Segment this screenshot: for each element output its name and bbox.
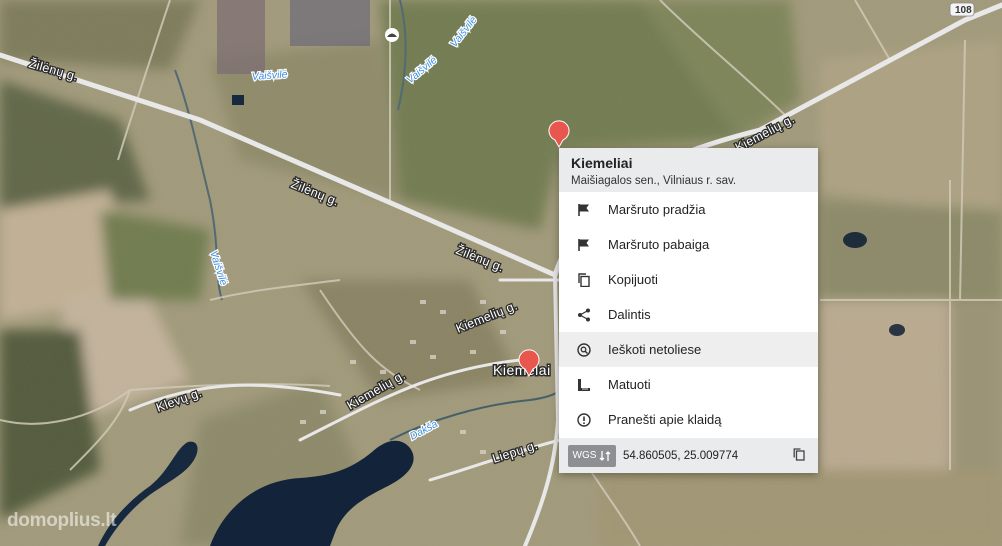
menu-copy[interactable]: Kopijuoti: [559, 262, 818, 297]
menu-measure[interactable]: Matuoti: [559, 367, 818, 402]
search-nearby-icon: [576, 342, 592, 358]
wgs-label: WGS: [572, 450, 597, 461]
alert-icon: [576, 412, 592, 428]
menu-label: Ieškoti netoliese: [608, 342, 702, 357]
menu-label: Maršruto pabaiga: [608, 237, 710, 252]
poi-icon[interactable]: [385, 28, 399, 42]
share-icon: [576, 307, 592, 323]
ruler-icon: [576, 377, 592, 393]
popup-title: Kiemeliai: [571, 155, 633, 171]
copy-icon: [576, 272, 592, 288]
menu-search-nearby[interactable]: Ieškoti netoliese: [559, 332, 818, 367]
popup-subtitle: Maišiagalos sen., Vilniaus r. sav.: [571, 175, 737, 187]
popup-footer: WGS 54.860505, 25.009774: [559, 438, 818, 473]
watermark-logo: domoplius.lt: [7, 510, 117, 531]
water-label: Vaišvilė: [251, 69, 288, 83]
menu-share[interactable]: Dalintis: [559, 297, 818, 332]
menu-route-start[interactable]: Maršruto pradžia: [559, 192, 818, 227]
coordinate-system-toggle[interactable]: WGS: [568, 444, 616, 467]
menu-label: Maršruto pradžia: [608, 202, 706, 217]
menu-route-end[interactable]: Maršruto pabaiga: [559, 227, 818, 262]
context-popup: Kiemeliai Maišiagalos sen., Vilniaus r. …: [559, 148, 818, 473]
menu-label: Pranešti apie klaidą: [608, 412, 722, 427]
menu-label: Kopijuoti: [608, 272, 658, 287]
swap-icon: [599, 450, 611, 461]
flag-icon: [576, 202, 592, 218]
route-shield: 108: [949, 2, 975, 17]
copy-coordinates-icon[interactable]: [793, 448, 807, 462]
flag-icon: [576, 237, 592, 253]
menu-label: Matuoti: [608, 377, 651, 392]
menu-label: Dalintis: [608, 307, 651, 322]
menu-report-error[interactable]: Pranešti apie klaidą: [559, 402, 818, 437]
coordinates-readout: 54.860505, 25.009774: [623, 449, 739, 462]
svg-text:108: 108: [955, 5, 972, 16]
popup-header: Kiemeliai Maišiagalos sen., Vilniaus r. …: [559, 148, 818, 192]
map-canvas[interactable]: Žilėnų g. Žilėnų g. Žilėnų g. Kiemelių g…: [0, 0, 1002, 546]
